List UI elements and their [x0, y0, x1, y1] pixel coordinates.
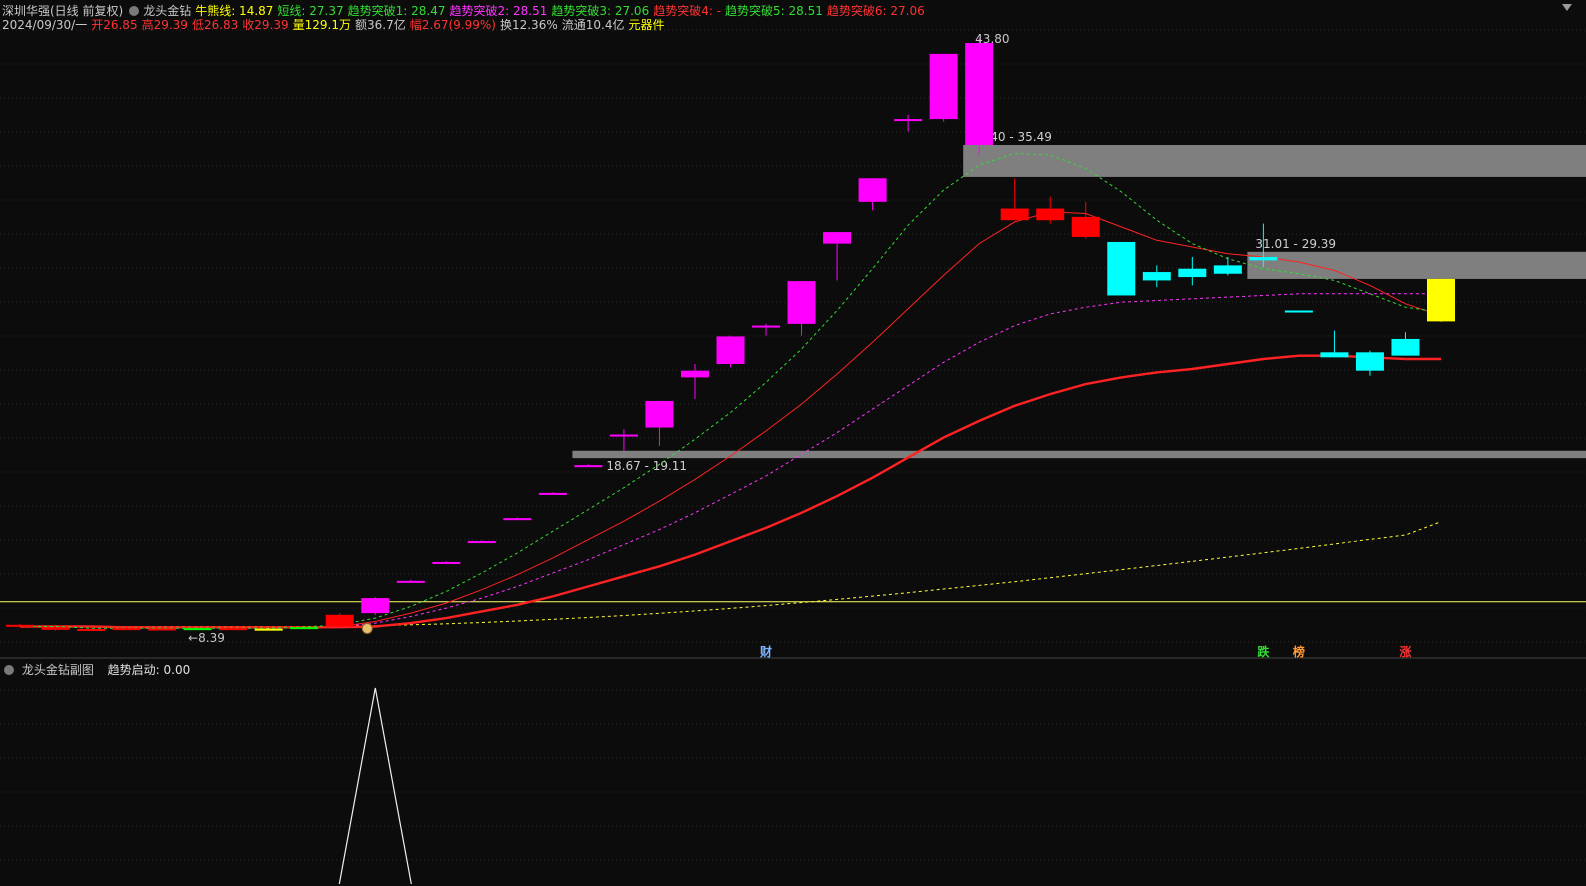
bull-bear-line: [20, 521, 1442, 627]
header-line2-item: 元器件: [628, 18, 665, 32]
sub-chart-header: 龙头金钻副图 趋势启动: 0.00: [2, 661, 194, 678]
candle-body: [6, 624, 34, 627]
header-line1-item: 趋势突破6: 27.06: [826, 4, 925, 18]
candle-body: [1036, 208, 1065, 221]
price-annotation: 43.80: [975, 32, 1009, 46]
candle-body: [858, 178, 887, 202]
candle-body: [254, 628, 283, 631]
trend-breakout6-line: [20, 354, 1441, 629]
candle-body: [1071, 216, 1100, 237]
header-line2-item: 量129.1万: [292, 18, 352, 32]
candle-body: [1000, 208, 1029, 221]
candle-body: [1249, 257, 1278, 261]
candle-body: [77, 628, 106, 631]
candlestick-chart[interactable]: 37.40 - 35.4931.01 - 29.3918.67 - 19.114…: [0, 0, 1586, 886]
candle-body: [467, 541, 496, 544]
candle-body: [1142, 272, 1171, 281]
candle-body: [432, 561, 461, 564]
candle-body: [1355, 352, 1384, 371]
candle-body: [752, 325, 781, 328]
resistance-zone: [963, 144, 1586, 177]
candle-body: [1284, 310, 1313, 313]
header-line1-item: 趋势突破5: 28.51: [725, 4, 823, 18]
header-line2-item: 2024/09/30/一: [2, 18, 88, 32]
candle-body: [645, 400, 674, 428]
candle-body: [219, 628, 248, 631]
resistance-zone: [1247, 251, 1586, 279]
header-line2-item: 流通10.4亿: [561, 18, 625, 32]
indicator-toggle-icon[interactable]: [4, 665, 14, 675]
candle-body: [1178, 268, 1207, 278]
short-line: [20, 152, 1442, 629]
trend-start-spike: [338, 687, 412, 885]
candle-body: [1213, 265, 1242, 274]
chart-header-line2: 2024/09/30/一 开26.85 高29.39 低26.83 收29.39 量129…: [2, 16, 668, 32]
zone-label: 31.01 - 29.39: [1255, 237, 1336, 251]
candle-body: [894, 119, 923, 122]
candle-body: [325, 614, 354, 627]
resistance-zone: [572, 450, 1586, 459]
zone-label: 18.67 - 19.11: [606, 459, 687, 473]
candle-body: [787, 281, 816, 324]
candle-body: [1320, 352, 1349, 358]
candle-body: [148, 628, 177, 631]
header-line2-item: 开26.85: [91, 18, 138, 32]
candle-body: [823, 232, 852, 244]
candle-body: [183, 628, 212, 631]
candle-body: [716, 336, 745, 365]
indicator-toggle-icon[interactable]: [129, 6, 140, 16]
price-annotation: ←8.39: [188, 631, 225, 645]
candle-body: [538, 492, 567, 495]
header-line2-item: 高29.39: [141, 18, 188, 32]
money-bag-icon: [361, 622, 373, 634]
sub-chart-title: 龙头金钻副图: [21, 663, 94, 677]
candle-body: [503, 518, 532, 521]
candle-body: [1427, 278, 1455, 322]
candle-body: [112, 628, 141, 631]
header-line2-item: 额36.7亿: [355, 18, 406, 32]
event-marker: 财: [759, 644, 772, 659]
candle-body: [965, 43, 994, 145]
candle-body: [1391, 338, 1420, 356]
header-line2-item: 低26.83: [191, 18, 239, 32]
candle-body: [680, 370, 709, 378]
sub-chart-indicator: 趋势启动: 0.00: [107, 663, 191, 677]
candle-body: [574, 465, 603, 468]
candle-body: [361, 598, 390, 614]
candle-body: [396, 580, 425, 583]
event-marker: 涨: [1399, 644, 1411, 659]
candle-body: [290, 627, 319, 630]
event-marker: 跌: [1257, 644, 1270, 659]
event-marker: 榜: [1293, 644, 1305, 659]
candle-body: [41, 627, 70, 630]
header-line2-item: 幅2.67(9.99%): [409, 18, 496, 32]
header-line2-item: 换12.36%: [499, 18, 558, 32]
candle-body: [609, 434, 638, 437]
dropdown-icon[interactable]: [1562, 4, 1572, 11]
candle-body: [1107, 241, 1136, 296]
header-line2-item: 收29.39: [242, 18, 289, 32]
candle-body: [929, 53, 958, 120]
